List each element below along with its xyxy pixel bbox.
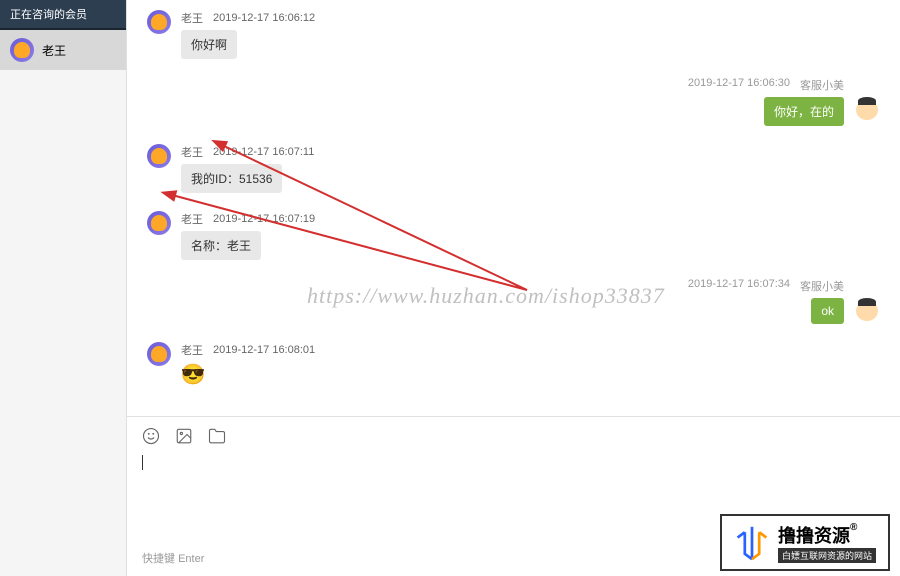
agent-avatar [854, 97, 880, 123]
user-avatar [147, 10, 171, 34]
msg-sender: 老王 [181, 211, 203, 227]
message-row: 老王 2019-12-17 16:06:12 你好啊 [147, 10, 880, 59]
sidebar-item-contact[interactable]: 老王 [0, 30, 126, 70]
msg-sender: 老王 [181, 144, 203, 160]
folder-icon[interactable] [208, 427, 226, 445]
message-row: 老王 2019-12-17 16:07:11 我的ID：51536 [147, 144, 880, 193]
message-row: 老王 2019-12-17 16:08:01 😎 [147, 342, 880, 386]
sidebar-header: 正在咨询的会员 [0, 0, 126, 30]
input-toolbar [142, 427, 885, 445]
brand-watermark: 撸撸资源 ® 白嫖互联网资源的网站 [720, 514, 890, 571]
image-icon[interactable] [175, 427, 193, 445]
msg-bubble: 你好啊 [181, 30, 237, 59]
msg-time: 2019-12-17 16:06:30 [688, 77, 790, 93]
brand-reg-mark: ® [850, 522, 857, 533]
brand-tagline: 白嫖互联网资源的网站 [778, 548, 876, 563]
message-row: 2019-12-17 16:06:30 客服小美 你好，在的 [147, 77, 880, 126]
msg-time: 2019-12-17 16:07:34 [688, 278, 790, 294]
user-avatar [147, 211, 171, 235]
message-row: 2019-12-17 16:07:34 客服小美 ok [147, 278, 880, 324]
msg-sender: 老王 [181, 342, 203, 358]
brand-name: 撸撸资源 [778, 522, 850, 548]
msg-bubble: 你好，在的 [764, 97, 844, 126]
sidebar: 正在咨询的会员 老王 [0, 0, 127, 576]
msg-sender: 客服小美 [800, 77, 844, 93]
msg-bubble: ok [811, 298, 844, 324]
msg-bubble: 名称：老王 [181, 231, 261, 260]
contact-name: 老王 [42, 42, 66, 59]
contact-avatar [10, 38, 34, 62]
msg-sender: 老王 [181, 10, 203, 26]
msg-bubble: 我的ID：51536 [181, 164, 282, 193]
user-avatar [147, 342, 171, 366]
user-avatar [147, 144, 171, 168]
brand-logo-icon [734, 525, 770, 561]
msg-sender: 客服小美 [800, 278, 844, 294]
msg-time: 2019-12-17 16:07:19 [213, 213, 315, 225]
msg-time: 2019-12-17 16:07:11 [213, 146, 314, 158]
msg-time: 2019-12-17 16:08:01 [213, 344, 315, 356]
agent-avatar [854, 298, 880, 324]
emoji-icon[interactable] [142, 427, 160, 445]
msg-time: 2019-12-17 16:06:12 [213, 12, 315, 24]
msg-emoji: 😎 [181, 362, 205, 386]
message-row: 老王 2019-12-17 16:07:19 名称：老王 [147, 211, 880, 260]
chat-area: 老王 2019-12-17 16:06:12 你好啊 2019-12-17 16… [127, 0, 900, 416]
main-area: 老王 2019-12-17 16:06:12 你好啊 2019-12-17 16… [127, 0, 900, 576]
